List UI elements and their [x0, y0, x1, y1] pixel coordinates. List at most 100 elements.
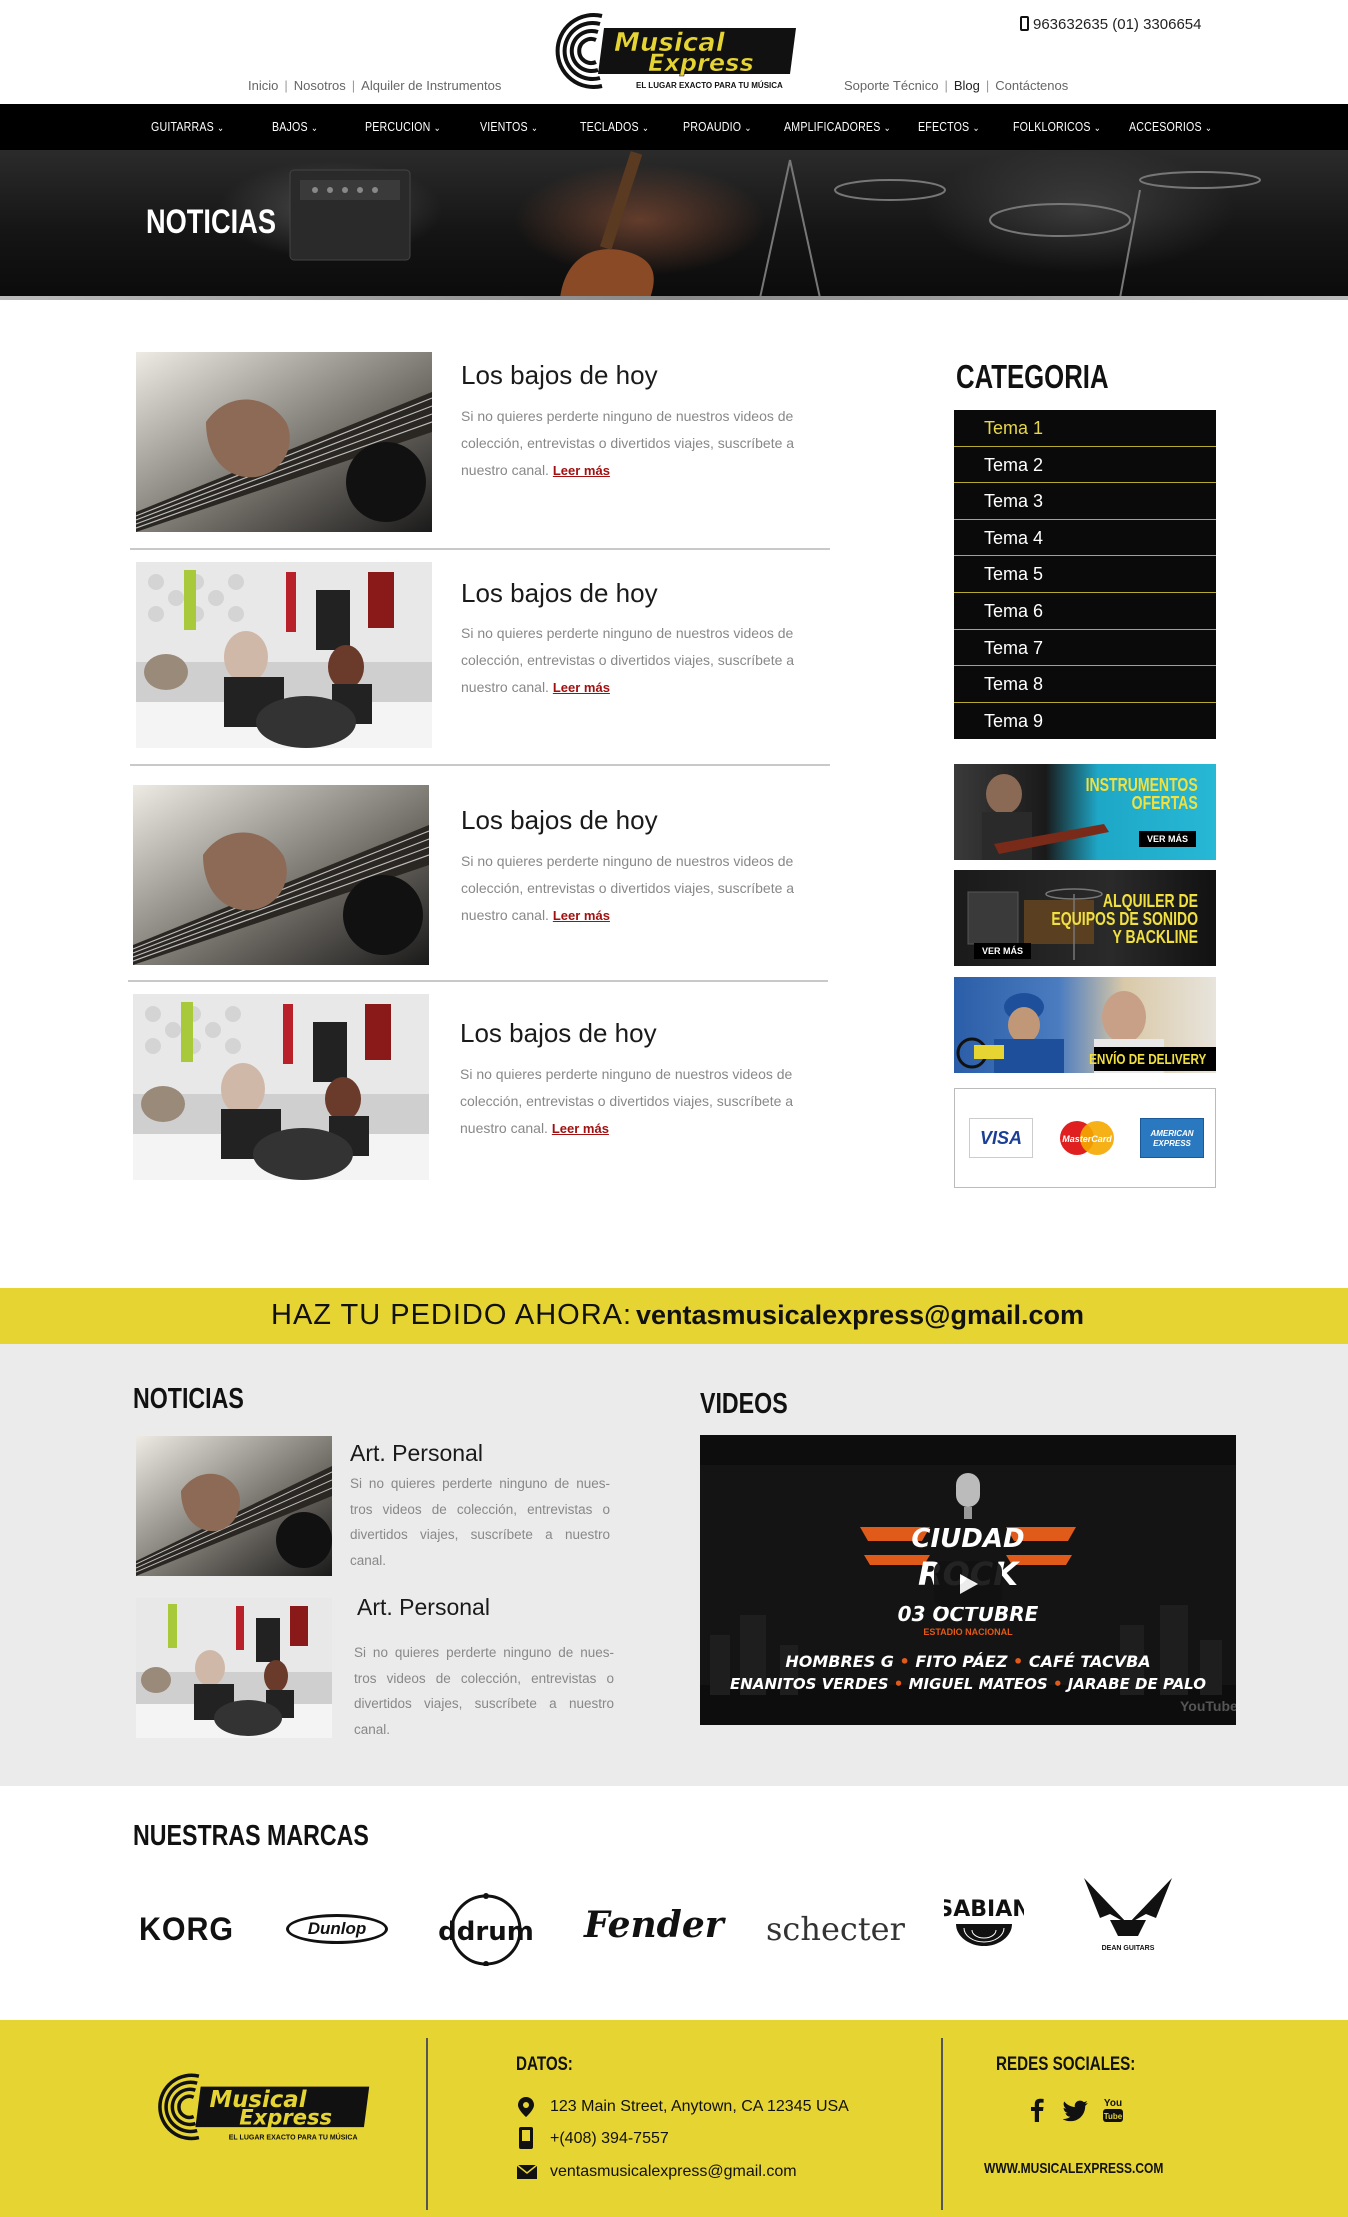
article-image-guitar[interactable] — [133, 785, 429, 965]
article-title[interactable]: Los bajos de hoy — [461, 360, 658, 391]
news-thumb-guitar[interactable] — [136, 1436, 332, 1576]
phone-numbers: 963632635 (01) 3306654 — [1033, 16, 1202, 33]
page-title: NOTICIAS — [146, 203, 276, 241]
page: Inicio | Nosotros | Alquiler de Instrumentos… — [0, 0, 1348, 2217]
news-thumb-interview[interactable] — [136, 1598, 332, 1738]
banner-instrumentos-ofertas[interactable]: INSTRUMENTOS OFERTAS VER MÁS — [954, 764, 1216, 860]
category-list: Tema 1 Tema 2 Tema 3 Tema 4 Tema 5 Tema … — [954, 410, 1216, 740]
article-title[interactable]: Los bajos de hoy — [461, 578, 658, 609]
banner-title: Y BACKLINE — [1112, 927, 1198, 947]
category-item[interactable]: Tema 6 — [954, 593, 1216, 630]
chevron-down-icon: ⌄ — [744, 123, 752, 134]
chevron-down-icon: ⌄ — [972, 123, 980, 134]
link-alquiler[interactable]: Alquiler de Instrumentos — [361, 78, 501, 93]
brand-fender-logo[interactable]: Fender — [584, 1904, 724, 1946]
brand-dean-logo[interactable]: DEAN GUITARS — [1080, 1874, 1176, 1954]
article-title[interactable]: Los bajos de hoy — [460, 1018, 657, 1049]
read-more-link[interactable]: Leer más — [552, 1121, 609, 1136]
chevron-down-icon: ⌄ — [433, 123, 441, 134]
article-image-interview[interactable] — [133, 994, 429, 1180]
category-title: CATEGORIA — [956, 358, 1109, 395]
category-item[interactable]: Tema 9 — [954, 703, 1216, 740]
article-image-guitar[interactable] — [136, 352, 432, 532]
ver-mas-button[interactable]: VER MÁS — [974, 943, 1032, 959]
footer-logo[interactable]: Musical Express EL LUGAR EXACTO PARA TU … — [148, 2066, 378, 2146]
envelope-icon — [516, 2164, 538, 2185]
play-button[interactable] — [934, 1561, 1002, 1607]
location-pin-icon — [516, 2096, 536, 2123]
footer-email-link[interactable]: ventasmusicalexpress@gmail.com — [550, 2163, 797, 2181]
link-nosotros[interactable]: Nosotros — [294, 78, 346, 93]
banner-envio-delivery[interactable]: ENVÍO DE DELIVERY — [954, 977, 1216, 1073]
nav-percucion[interactable]: PERCUCION ⌄ — [365, 104, 441, 150]
brand-schecter-logo[interactable]: schecter — [766, 1910, 905, 1948]
brand-sabian-logo[interactable]: SABIAN — [937, 1890, 1031, 1960]
chevron-down-icon: ⌄ — [1205, 123, 1213, 134]
nav-efectos[interactable]: EFECTOS ⌄ — [918, 104, 980, 150]
footer-datos-title: DATOS: — [516, 2054, 573, 2075]
nav-vientos[interactable]: VIENTOS ⌄ — [480, 104, 538, 150]
amex-card-icon: AMERICAN EXPRESS — [1140, 1118, 1204, 1158]
read-more-link[interactable]: Leer más — [553, 908, 610, 923]
svg-text:EL LUGAR EXACTO PARA TU MÚSICA: EL LUGAR EXACTO PARA TU MÚSICA — [229, 2132, 358, 2141]
chevron-down-icon: ⌄ — [311, 123, 319, 134]
link-blog[interactable]: Blog — [954, 78, 980, 93]
category-item[interactable]: Tema 1 — [954, 410, 1216, 447]
read-more-link[interactable]: Leer más — [553, 680, 610, 695]
chevron-down-icon: ⌄ — [883, 123, 891, 134]
brand-ddrum-logo[interactable]: ddrum — [436, 1890, 536, 1967]
article-title[interactable]: Los bajos de hoy — [461, 805, 658, 836]
svg-text:Express: Express — [239, 2104, 332, 2129]
nav-bajos[interactable]: BAJOS ⌄ — [272, 104, 318, 150]
nav-amplificadores[interactable]: AMPLIFICADORES ⌄ — [784, 104, 891, 150]
phone-info: 963632635 (01) 3306654 — [1020, 16, 1202, 33]
news-item-title[interactable]: Art. Personal — [357, 1594, 490, 1621]
footer-social-title: REDES SOCIALES: — [996, 2054, 1136, 2075]
top-links-right: Soporte Técnico | Blog | Contáctenos — [844, 78, 1069, 93]
nav-teclados[interactable]: TECLADOS ⌄ — [580, 104, 649, 150]
play-icon — [960, 1574, 978, 1594]
svg-text:HOMBRES G • FITO PÁEZ • CAFÉ T: HOMBRES G • FITO PÁEZ • CAFÉ TACVBA — [785, 1652, 1150, 1671]
facebook-icon[interactable] — [1030, 2098, 1044, 2127]
link-soporte[interactable]: Soporte Técnico — [844, 78, 938, 93]
svg-text:DEAN GUITARS: DEAN GUITARS — [1102, 1945, 1155, 1952]
read-more-link[interactable]: Leer más — [553, 463, 610, 478]
svg-text:EL LUGAR EXACTO PARA TU MÚSICA: EL LUGAR EXACTO PARA TU MÚSICA — [636, 81, 783, 90]
link-contactenos[interactable]: Contáctenos — [995, 78, 1068, 93]
article-image-interview[interactable] — [136, 562, 432, 748]
twitter-icon[interactable] — [1062, 2100, 1089, 2127]
link-inicio[interactable]: Inicio — [248, 78, 278, 93]
order-email-link[interactable]: ventasmusicalexpress@gmail.com — [636, 1300, 1084, 1331]
category-item[interactable]: Tema 5 — [954, 556, 1216, 593]
news-item-title[interactable]: Art. Personal — [350, 1440, 483, 1467]
footer-website-link[interactable]: WWW.MUSICALEXPRESS.COM — [984, 2160, 1163, 2177]
video-player[interactable]: CIUDAD ROCK 03 OCTUBRE ESTADIO NACIONAL … — [700, 1435, 1236, 1725]
nav-accesorios[interactable]: ACCESORIOS ⌄ — [1129, 104, 1212, 150]
youtube-watermark: YouTube — [1180, 1698, 1236, 1714]
footer-divider — [426, 2038, 428, 2210]
category-item[interactable]: Tema 4 — [954, 520, 1216, 557]
banner-title: EQUIPOS DE SONIDO — [1051, 909, 1198, 929]
article-excerpt: Si no quieres perderte ninguno de nuestr… — [461, 625, 795, 695]
svg-text:Express: Express — [648, 49, 754, 77]
site-logo[interactable]: Musical Express EL LUGAR EXACTO PARA TU … — [544, 8, 806, 92]
svg-text:ENANITOS VERDES • MIGUEL MATEO: ENANITOS VERDES • MIGUEL MATEOS • JARABE… — [730, 1675, 1206, 1693]
ver-mas-button[interactable]: VER MÁS — [1138, 831, 1196, 847]
chevron-down-icon: ⌄ — [531, 123, 539, 134]
category-item[interactable]: Tema 8 — [954, 666, 1216, 703]
banner-alquiler-equipos[interactable]: ALQUILER DE EQUIPOS DE SONIDO Y BACKLINE V… — [954, 870, 1216, 966]
brand-dunlop-logo[interactable]: Dunlop — [286, 1914, 388, 1944]
brand-korg-logo[interactable]: KORG — [139, 1911, 234, 1948]
nav-proaudio[interactable]: PROAUDIO ⌄ — [683, 104, 752, 150]
svg-text:SABIAN: SABIAN — [944, 1897, 1024, 1922]
category-item[interactable]: Tema 2 — [954, 447, 1216, 484]
chevron-down-icon: ⌄ — [642, 123, 650, 134]
nav-folkloricos[interactable]: FOLKLORICOS ⌄ — [1013, 104, 1101, 150]
banner-title: INSTRUMENTOS — [1085, 775, 1198, 795]
youtube-icon[interactable]: You Tube — [1102, 2095, 1124, 2128]
category-item[interactable]: Tema 7 — [954, 630, 1216, 667]
category-item[interactable]: Tema 3 — [954, 483, 1216, 520]
nav-guitarras[interactable]: GUITARRAS ⌄ — [151, 104, 224, 150]
mobile-phone-icon — [518, 2126, 534, 2155]
article-excerpt: Si no quieres perderte ninguno de nuestr… — [460, 1066, 794, 1136]
